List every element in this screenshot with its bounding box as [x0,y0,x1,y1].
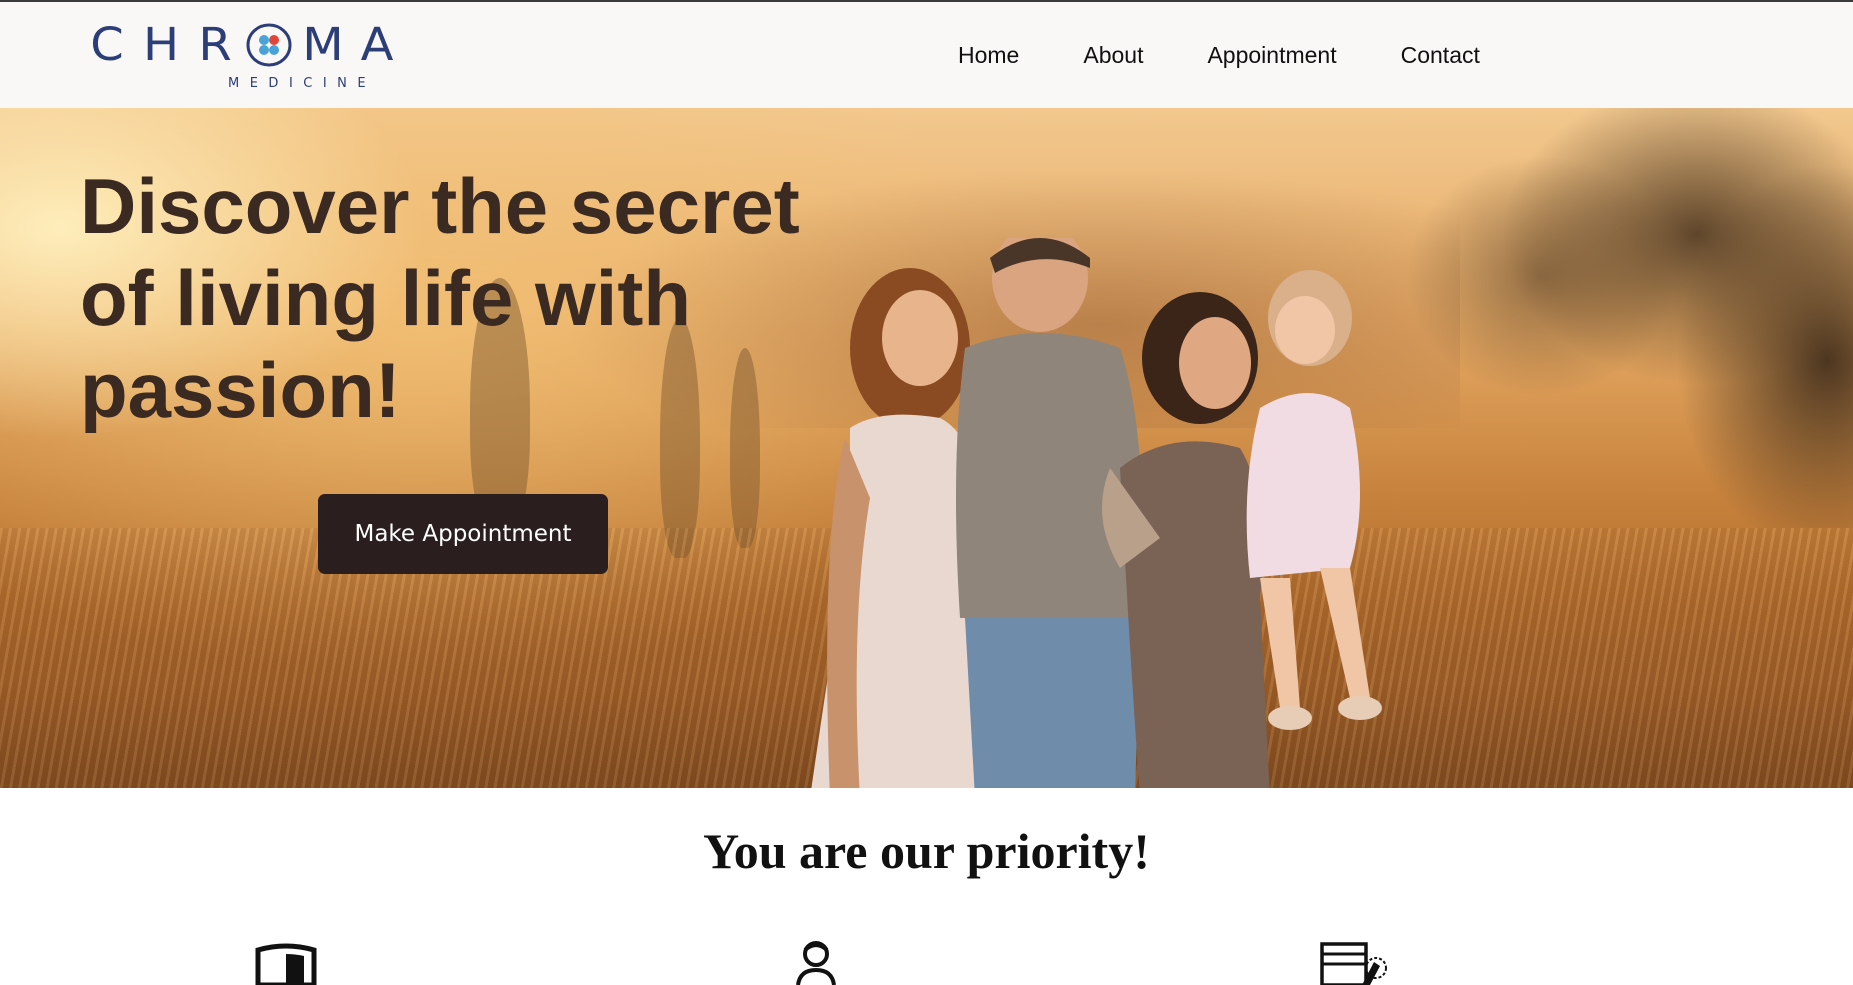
nav-contact[interactable]: Contact [1401,42,1480,69]
nav-about[interactable]: About [1083,42,1143,69]
hero-bg-trees [1333,108,1853,528]
hero-banner: Discover the secret of living life with … [0,108,1853,788]
doctor-icon [796,941,836,985]
logo-pill-o-icon [242,22,296,68]
logo-letter: M [302,18,344,72]
logo-letter: C [90,18,124,72]
family-photo [811,238,1382,788]
logo-letter: H [142,18,180,72]
nav-home[interactable]: Home [958,42,1019,69]
priority-heading: You are our priority! [703,823,1150,879]
nav-appointment[interactable]: Appointment [1207,42,1336,69]
hero-title: Discover the secret of living life with … [80,162,800,434]
logo-letter: R [198,18,232,72]
main-nav: Home About Appointment Contact [958,42,1544,69]
make-appointment-button[interactable]: Make Appointment [318,494,608,574]
medical-kit-icon [1320,942,1387,985]
logo-letter: A [360,18,394,72]
logo-wordmark: C H R M A [80,20,404,70]
chroma-medicine-logo[interactable]: C H R M A MEDICINE [80,20,393,96]
shield-icon [255,943,317,985]
site-header: C H R M A MEDICINE Home About Appointmen… [0,2,1853,108]
logo-subtitle: MEDICINE [228,76,377,91]
